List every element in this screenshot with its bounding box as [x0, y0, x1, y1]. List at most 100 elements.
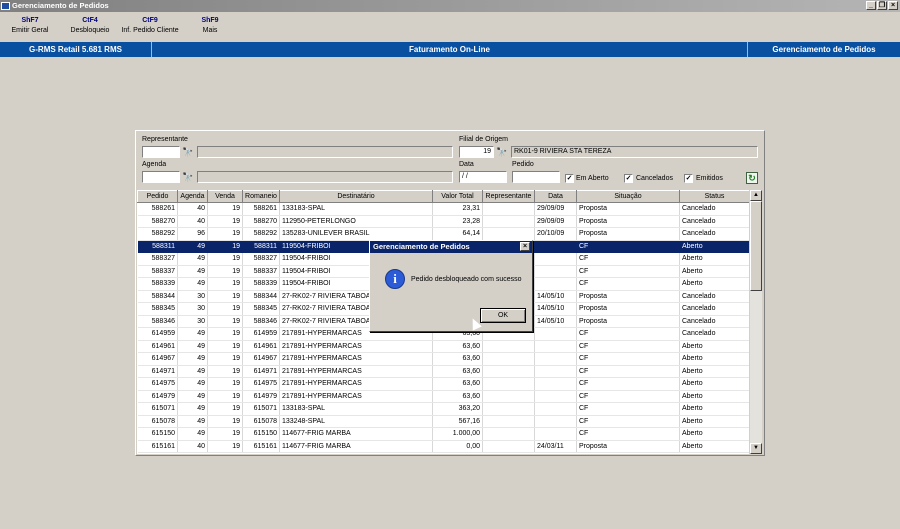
cell-data[interactable]: 20/10/09 [534, 227, 577, 241]
cell-valor-total[interactable]: 567,16 [432, 415, 483, 428]
cell-pedido[interactable]: 588292 [137, 227, 178, 241]
cell-pedido[interactable]: 614961 [137, 340, 178, 353]
cell-situacao[interactable]: Proposta [576, 215, 680, 228]
cell-agenda[interactable]: 49 [177, 427, 208, 441]
emitidos-checkbox[interactable]: ✓ [684, 174, 693, 183]
table-row[interactable]: 588270 40 19 588270 112950-PETERLONGO 23,28 29… [137, 215, 749, 228]
scroll-up-icon[interactable]: ▲ [750, 190, 762, 201]
cell-data[interactable] [534, 240, 577, 253]
cancelados-checkbox[interactable]: ✓ [624, 174, 633, 183]
cell-pedido[interactable]: 588346 [137, 315, 178, 328]
cell-status[interactable]: Aberto [679, 277, 749, 291]
cell-romaneio[interactable]: 588327 [242, 252, 280, 266]
representante-search-icon[interactable]: 🔭 [182, 146, 194, 158]
cell-agenda[interactable]: 49 [177, 352, 208, 366]
cell-valor-total[interactable]: 63,60 [432, 352, 483, 366]
cell-agenda[interactable]: 30 [177, 315, 208, 328]
table-row[interactable]: 588292 96 19 588292 135283-UNILEVER BRASIL 64… [137, 227, 749, 241]
cell-pedido[interactable]: 614971 [137, 365, 178, 378]
cell-situacao[interactable]: Proposta [576, 440, 680, 453]
ok-button[interactable]: OK [480, 308, 526, 323]
cell-status[interactable]: Aberto [679, 365, 749, 378]
cell-representante[interactable] [482, 227, 535, 241]
cell-agenda[interactable]: 49 [177, 327, 208, 341]
cell-valor-total[interactable]: 63,60 [432, 390, 483, 403]
cell-venda[interactable]: 19 [207, 365, 243, 378]
cell-agenda[interactable]: 49 [177, 390, 208, 403]
cell-status[interactable]: Aberto [679, 265, 749, 278]
cell-situacao[interactable]: CF [576, 327, 680, 341]
col-header-venda[interactable]: Venda [207, 190, 243, 203]
table-row[interactable]: 614979 49 19 614979 217891-HYPERMARCAS 63,60 C… [137, 390, 749, 403]
cell-destinatario[interactable]: 133248-SPAL [279, 415, 433, 428]
cell-data[interactable] [534, 415, 577, 428]
mais-button[interactable]: ShF9 Mais [194, 17, 226, 34]
cell-status[interactable]: Cancelado [679, 215, 749, 228]
cell-destinatario[interactable]: 217891-HYPERMARCAS [279, 340, 433, 353]
cell-situacao[interactable]: CF [576, 352, 680, 366]
cell-status[interactable]: Cancelado [679, 327, 749, 341]
table-row[interactable]: 614975 49 19 614975 217891-HYPERMARCAS 63,60 C… [137, 377, 749, 391]
cell-status[interactable]: Aberto [679, 440, 749, 453]
cell-representante[interactable] [482, 377, 535, 391]
cell-representante[interactable] [482, 427, 535, 441]
cell-pedido[interactable]: 614959 [137, 327, 178, 341]
cell-data[interactable]: 14/05/10 [534, 290, 577, 303]
col-header-situacao[interactable]: Situação [576, 190, 680, 203]
cell-situacao[interactable]: CF [576, 277, 680, 291]
scroll-thumb[interactable] [750, 201, 762, 291]
cell-agenda[interactable]: 49 [177, 402, 208, 416]
cell-data[interactable] [534, 340, 577, 353]
cell-romaneio[interactable]: 615161 [242, 440, 280, 453]
cell-destinatario[interactable]: 114677-FRIG MARBA [279, 440, 433, 453]
cell-data[interactable]: 29/09/09 [534, 202, 577, 216]
table-row[interactable]: 615161 40 19 615161 114677-FRIG MARBA 0,00 24/… [137, 440, 749, 453]
cell-status[interactable]: Aberto [679, 340, 749, 353]
col-header-representante[interactable]: Representante [482, 190, 535, 203]
cell-situacao[interactable]: Proposta [576, 315, 680, 328]
cell-status[interactable]: Aberto [679, 377, 749, 391]
restore-button[interactable]: ❐ [877, 1, 887, 10]
cell-agenda[interactable]: 49 [177, 252, 208, 266]
cell-venda[interactable]: 19 [207, 302, 243, 316]
cell-agenda[interactable]: 49 [177, 265, 208, 278]
cell-data[interactable] [534, 265, 577, 278]
cell-agenda[interactable]: 40 [177, 440, 208, 453]
cell-pedido[interactable]: 615150 [137, 427, 178, 441]
cell-destinatario[interactable]: 112950-PETERLONGO [279, 215, 433, 228]
cell-romaneio[interactable]: 588346 [242, 315, 280, 328]
cell-pedido[interactable]: 614975 [137, 377, 178, 391]
cell-romaneio[interactable]: 614967 [242, 352, 280, 366]
data-input[interactable]: / / [459, 171, 507, 183]
cell-venda[interactable]: 19 [207, 327, 243, 341]
cell-representante[interactable] [482, 365, 535, 378]
cell-venda[interactable]: 19 [207, 440, 243, 453]
cell-representante[interactable] [482, 415, 535, 428]
cell-romaneio[interactable]: 614959 [242, 327, 280, 341]
cell-situacao[interactable]: Proposta [576, 227, 680, 241]
cell-agenda[interactable]: 40 [177, 202, 208, 216]
cell-destinatario[interactable]: 114677-FRIG MARBA [279, 427, 433, 441]
cell-venda[interactable]: 19 [207, 227, 243, 241]
cell-situacao[interactable]: CF [576, 340, 680, 353]
cell-pedido[interactable]: 588345 [137, 302, 178, 316]
cell-status[interactable]: Cancelado [679, 315, 749, 328]
cell-pedido[interactable]: 588270 [137, 215, 178, 228]
cell-status[interactable]: Cancelado [679, 302, 749, 316]
cell-pedido[interactable]: 588327 [137, 252, 178, 266]
cell-situacao[interactable]: CF [576, 377, 680, 391]
cell-status[interactable]: Aberto [679, 427, 749, 441]
col-header-status[interactable]: Status [679, 190, 749, 203]
cell-valor-total[interactable]: 0,00 [432, 440, 483, 453]
cell-venda[interactable]: 19 [207, 427, 243, 441]
cell-status[interactable]: Cancelado [679, 290, 749, 303]
agenda-search-icon[interactable]: 🔭 [182, 171, 194, 183]
cell-romaneio[interactable]: 588345 [242, 302, 280, 316]
cell-romaneio[interactable]: 614971 [242, 365, 280, 378]
cell-agenda[interactable]: 49 [177, 365, 208, 378]
cell-romaneio[interactable]: 588339 [242, 277, 280, 291]
cell-romaneio[interactable]: 615078 [242, 415, 280, 428]
cell-status[interactable]: Cancelado [679, 227, 749, 241]
cell-valor-total[interactable]: 63,60 [432, 365, 483, 378]
cell-agenda[interactable]: 49 [177, 340, 208, 353]
